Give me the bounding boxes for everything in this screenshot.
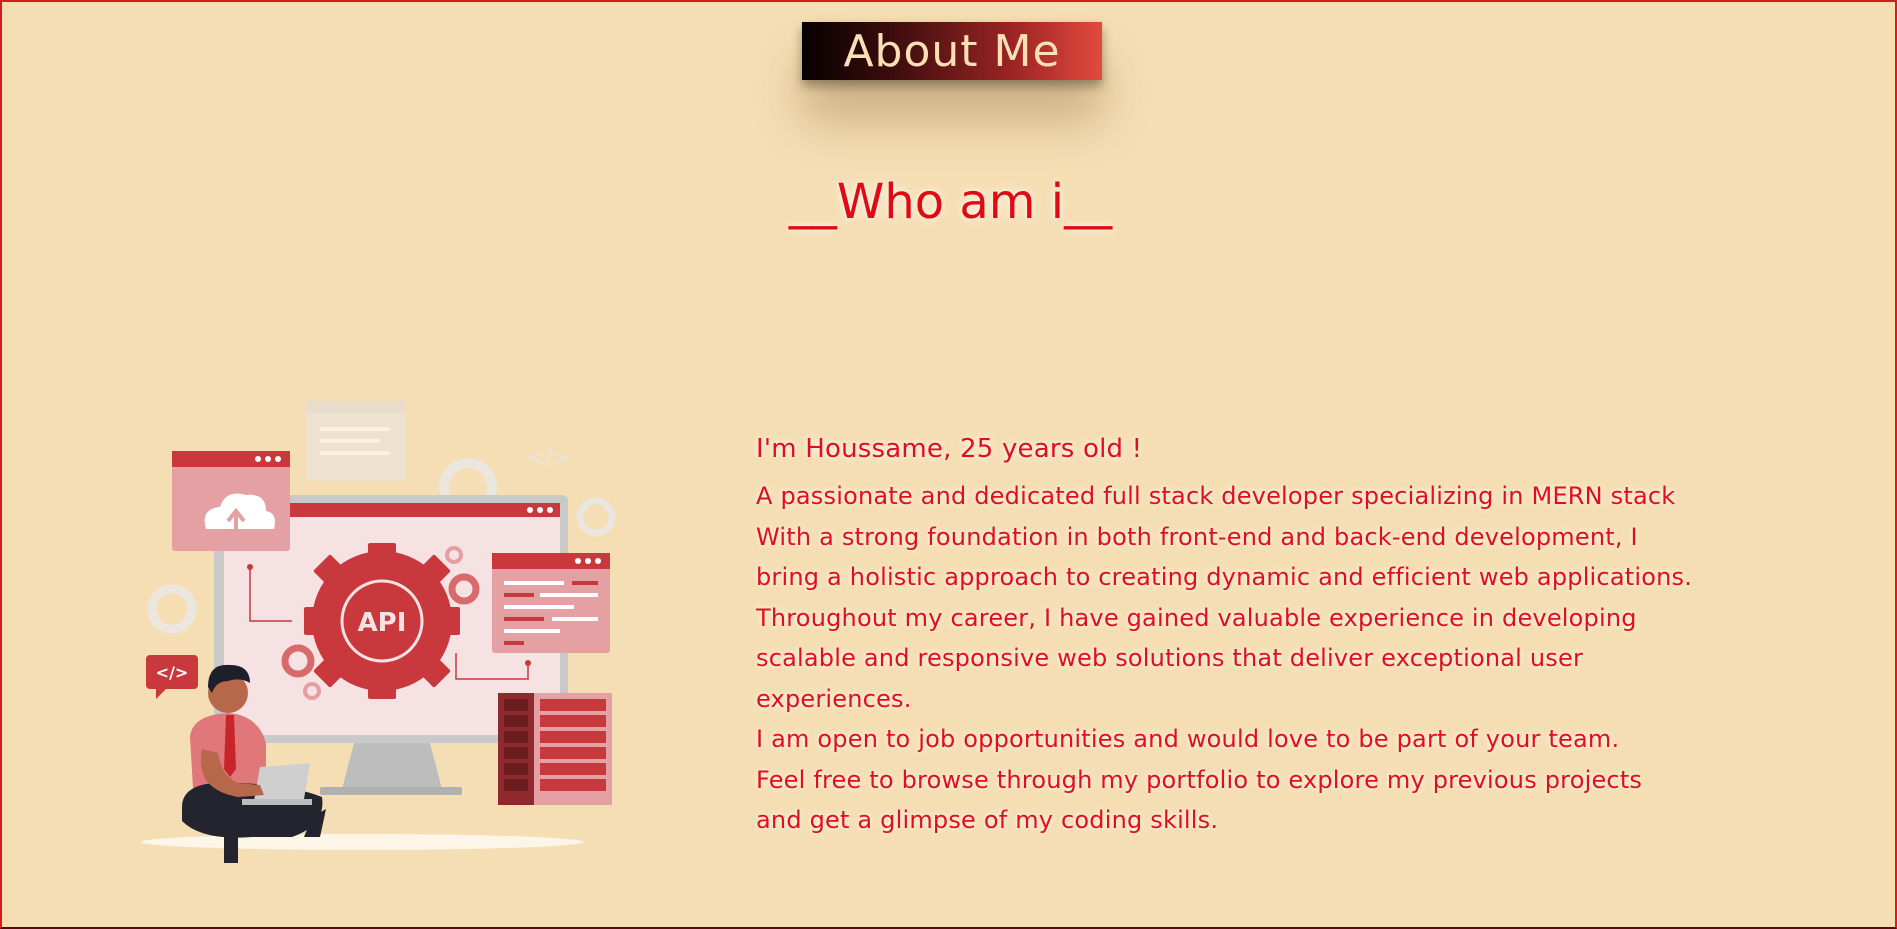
about-line: experiences. <box>756 684 912 713</box>
who-am-i-title: __Who am i__ <box>788 174 1113 230</box>
about-line: A passionate and dedicated full stack de… <box>756 482 1676 510</box>
about-line: Feel free to browse through my portfolio… <box>756 765 1643 794</box>
svg-text:</>: </> <box>156 663 189 682</box>
faded-gear-icon <box>576 497 616 537</box>
about-paragraph: A passionate and dedicated full stack de… <box>756 476 1756 841</box>
intro-heading: I'm Houssame, 25 years old ! <box>756 434 1143 464</box>
about-line: Throughout my career, I have gained valu… <box>756 603 1637 632</box>
cloud-upload-window-icon <box>172 451 290 551</box>
about-line: and get a glimpse of my coding skills. <box>756 806 1219 834</box>
about-me-label: About Me <box>843 25 1061 77</box>
code-window-icon <box>492 553 610 653</box>
api-label: API <box>358 608 407 638</box>
developer-illustration: </> API </> <box>142 401 616 863</box>
about-line: scalable and responsive web solutions th… <box>756 644 1584 672</box>
api-gear-icon: API <box>304 543 460 699</box>
about-line: bring a holistic approach to creating dy… <box>756 563 1693 591</box>
about-me-badge: About Me <box>802 22 1102 80</box>
floor-shadow <box>142 834 584 850</box>
about-line: With a strong foundation in both front-e… <box>756 522 1638 551</box>
faded-window-icon <box>306 401 406 481</box>
about-content: I'm Houssame, 25 years old ! A passionat… <box>756 434 1756 841</box>
about-line: I am open to job opportunities and would… <box>756 725 1620 753</box>
faded-gear-icon <box>147 584 197 634</box>
code-badge-icon: </> <box>146 655 198 699</box>
faded-code-icon: </> <box>526 446 570 471</box>
server-rack-icon <box>498 693 612 805</box>
page-frame: About Me __Who am i__ </> API </> I'm Ho… <box>0 0 1897 929</box>
